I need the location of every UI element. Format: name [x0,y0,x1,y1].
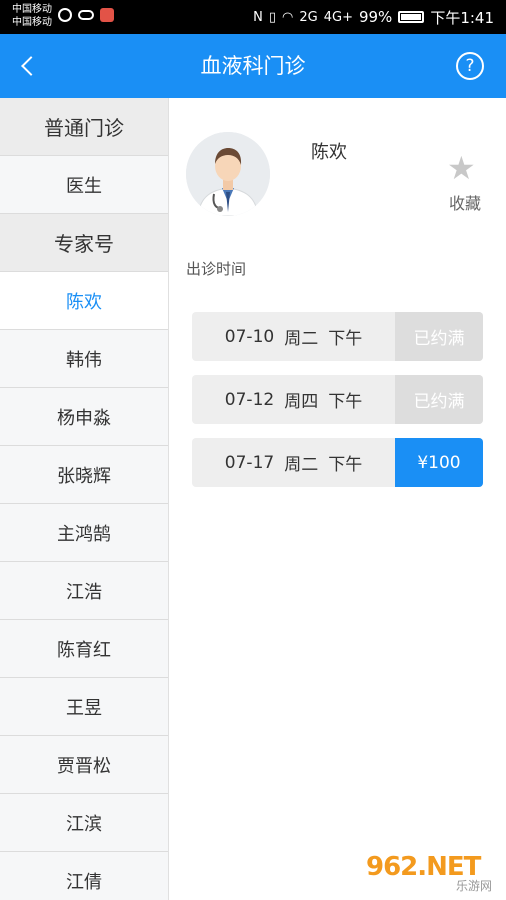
watermark-logo: 962.NET 乐游网 [366,852,498,894]
sidebar-doctor-item[interactable]: 江滨 [0,794,168,852]
sidebar-doctor-item[interactable]: 江浩 [0,562,168,620]
slot-time: 07-10 周二 下午 [192,312,395,361]
battery-icon [398,11,425,23]
watermark-sub: 乐游网 [455,879,492,893]
slot-period: 下午 [328,455,363,475]
slot-weekday: 周二 [284,329,319,349]
slot-weekday: 周四 [284,392,319,412]
sidebar-doctor-item[interactable]: 医生 [0,156,168,214]
sidebar-doctor-item[interactable]: 主鸿鹄 [0,504,168,562]
carrier-info: 中国移动 中国移动 [12,3,52,29]
carrier-1: 中国移动 [12,4,52,15]
slot-date: 07-17 [224,452,275,473]
signal-4g: 4G+ [323,9,353,25]
sidebar-doctor-item[interactable]: 陈欢 [0,272,168,330]
department-sidebar: 普通门诊 医生 专家号 陈欢 韩伟 杨申淼 张晓辉 主鸿鹄 江浩 陈育红 王昱 贾晋松 江滨 江倩 [0,98,169,900]
doctor-name: 陈欢 [311,142,347,163]
sidebar-doctor-item[interactable]: 张晓辉 [0,446,168,504]
cloud-icon [78,10,94,20]
clock: 下午1:41 [430,8,494,27]
app-header: 血液科门诊 ? [0,34,506,98]
schedule-slot: 07-12 周四 下午 已约满 [192,375,483,424]
doctor-detail: 陈欢 ★ 收藏 出诊时间 07-10 周二 下午 已约满 07-12 周四 下午 已约满 07-… [169,98,506,900]
sidebar-doctor-item[interactable]: 韩伟 [0,330,168,388]
sidebar-doctor-item[interactable]: 贾晋松 [0,736,168,794]
signal-2g: 2G [299,9,318,25]
sidebar-category[interactable]: 普通门诊 [0,98,168,156]
slot-weekday: 周二 [284,455,319,475]
schedule-section-label: 出诊时间 [186,260,247,278]
sidebar-doctor-item[interactable]: 陈育红 [0,620,168,678]
book-slot-button[interactable]: ¥100 [395,438,483,487]
sidebar-doctor-item[interactable]: 江倩 [0,852,168,900]
status-right: N ▯ ◠ 2G 4G+ 99% 下午1:41 [253,0,494,34]
sync-icon [58,8,72,22]
slot-time: 07-17 周二 下午 [192,438,395,487]
sidebar-doctor-item[interactable]: 王昱 [0,678,168,736]
schedule-slot[interactable]: 07-17 周二 下午 ¥100 [192,438,483,487]
doctor-avatar [186,132,270,216]
star-icon[interactable]: ★ [447,152,476,184]
status-bar: 中国移动 中国移动 N ▯ ◠ 2G 4G+ 99% 下午1:41 [0,0,506,34]
wifi-icon: ◠ [282,9,294,25]
vibrate-icon: ▯ [268,9,277,25]
slot-full-badge: 已约满 [395,312,483,361]
slot-period: 下午 [328,392,363,412]
sidebar-category[interactable]: 专家号 [0,214,168,272]
sidebar-doctor-item[interactable]: 杨申淼 [0,388,168,446]
doctor-portrait-icon [186,132,270,216]
carrier-2: 中国移动 [12,17,52,28]
slot-period: 下午 [328,329,363,349]
battery-percent: 99% [358,8,393,26]
slot-full-badge: 已约满 [395,375,483,424]
slot-date: 07-10 [224,326,275,347]
question-circle-icon[interactable]: ? [456,52,484,80]
slot-time: 07-12 周四 下午 [192,375,395,424]
slot-date: 07-12 [224,389,275,410]
page-title: 血液科门诊 [200,54,306,78]
nfc-icon: N [253,9,263,25]
favorite-label[interactable]: 收藏 [449,190,481,214]
schedule-slot: 07-10 周二 下午 已约满 [192,312,483,361]
notification-icons [58,8,114,22]
app-notification-icon [100,8,114,22]
